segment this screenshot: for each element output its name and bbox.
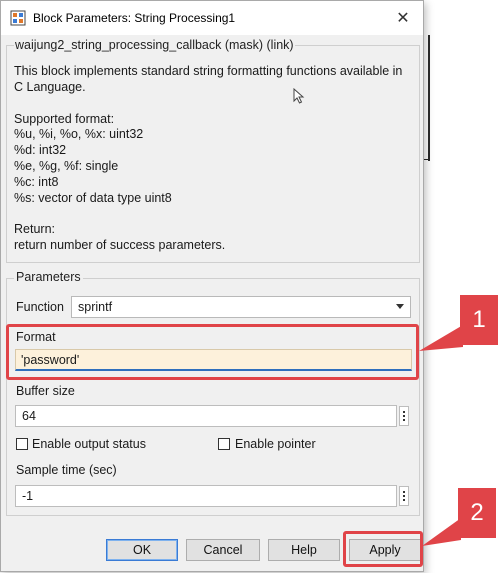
- enable-pointer-label: Enable pointer: [235, 437, 316, 451]
- enable-output-status-checkbox[interactable]: [16, 438, 28, 450]
- help-button[interactable]: Help: [268, 539, 340, 561]
- sample-time-value: -1: [22, 489, 34, 503]
- format-line: %c: int8: [14, 174, 59, 189]
- return-heading: Return:: [14, 222, 55, 237]
- callout-2-pointer: [422, 518, 461, 546]
- sample-time-label: Sample time (sec): [16, 463, 117, 477]
- buffer-size-kebab-icon[interactable]: [399, 406, 409, 426]
- simulink-block-icon: [10, 10, 26, 26]
- buffer-size-value: 64: [22, 409, 36, 423]
- mouse-cursor-icon: [293, 88, 305, 104]
- parameters-group-title: Parameters: [14, 270, 83, 284]
- format-line: %e, %g, %f: single: [14, 158, 119, 173]
- sample-time-kebab-icon[interactable]: [399, 486, 409, 506]
- block-description: This block implements standard string fo…: [14, 64, 414, 254]
- format-line: %u, %i, %o, %x: uint32: [14, 127, 144, 142]
- apply-highlight-box: [343, 531, 423, 567]
- enable-pointer-checkbox[interactable]: [218, 438, 230, 450]
- buffer-size-label: Buffer size: [16, 384, 75, 398]
- supported-format-heading: Supported format:: [14, 111, 115, 126]
- function-label: Function: [16, 300, 64, 314]
- buffer-size-input[interactable]: 64: [15, 405, 397, 427]
- enable-output-status-label: Enable output status: [32, 437, 146, 451]
- block-parameters-dialog: Block Parameters: String Processing1 ✕ w…: [0, 0, 424, 572]
- title-bar: Block Parameters: String Processing1 ✕: [1, 1, 423, 35]
- format-line: %d: int32: [14, 143, 67, 158]
- description-intro: This block implements standard string fo…: [14, 64, 403, 94]
- callout-2-badge: 2: [458, 488, 496, 538]
- return-text: return number of success parameters.: [14, 238, 226, 253]
- format-highlight-box: [6, 324, 419, 380]
- ok-button[interactable]: OK: [106, 539, 178, 561]
- cancel-button[interactable]: Cancel: [186, 539, 260, 561]
- format-line: %s: vector of data type uint8: [14, 190, 172, 205]
- window-title: Block Parameters: String Processing1: [33, 11, 236, 25]
- dropdown-arrow-icon: [396, 304, 404, 309]
- canvas-line: [428, 35, 430, 161]
- close-button[interactable]: ✕: [391, 7, 415, 29]
- function-select[interactable]: sprintf: [71, 296, 411, 318]
- sample-time-input[interactable]: -1: [15, 485, 397, 507]
- description-group-title: waijung2_string_processing_callback (mas…: [14, 38, 295, 52]
- callout-1-pointer: [419, 325, 463, 351]
- callout-1-badge: 1: [460, 295, 498, 345]
- function-value: sprintf: [78, 300, 113, 314]
- close-icon: ✕: [396, 10, 410, 27]
